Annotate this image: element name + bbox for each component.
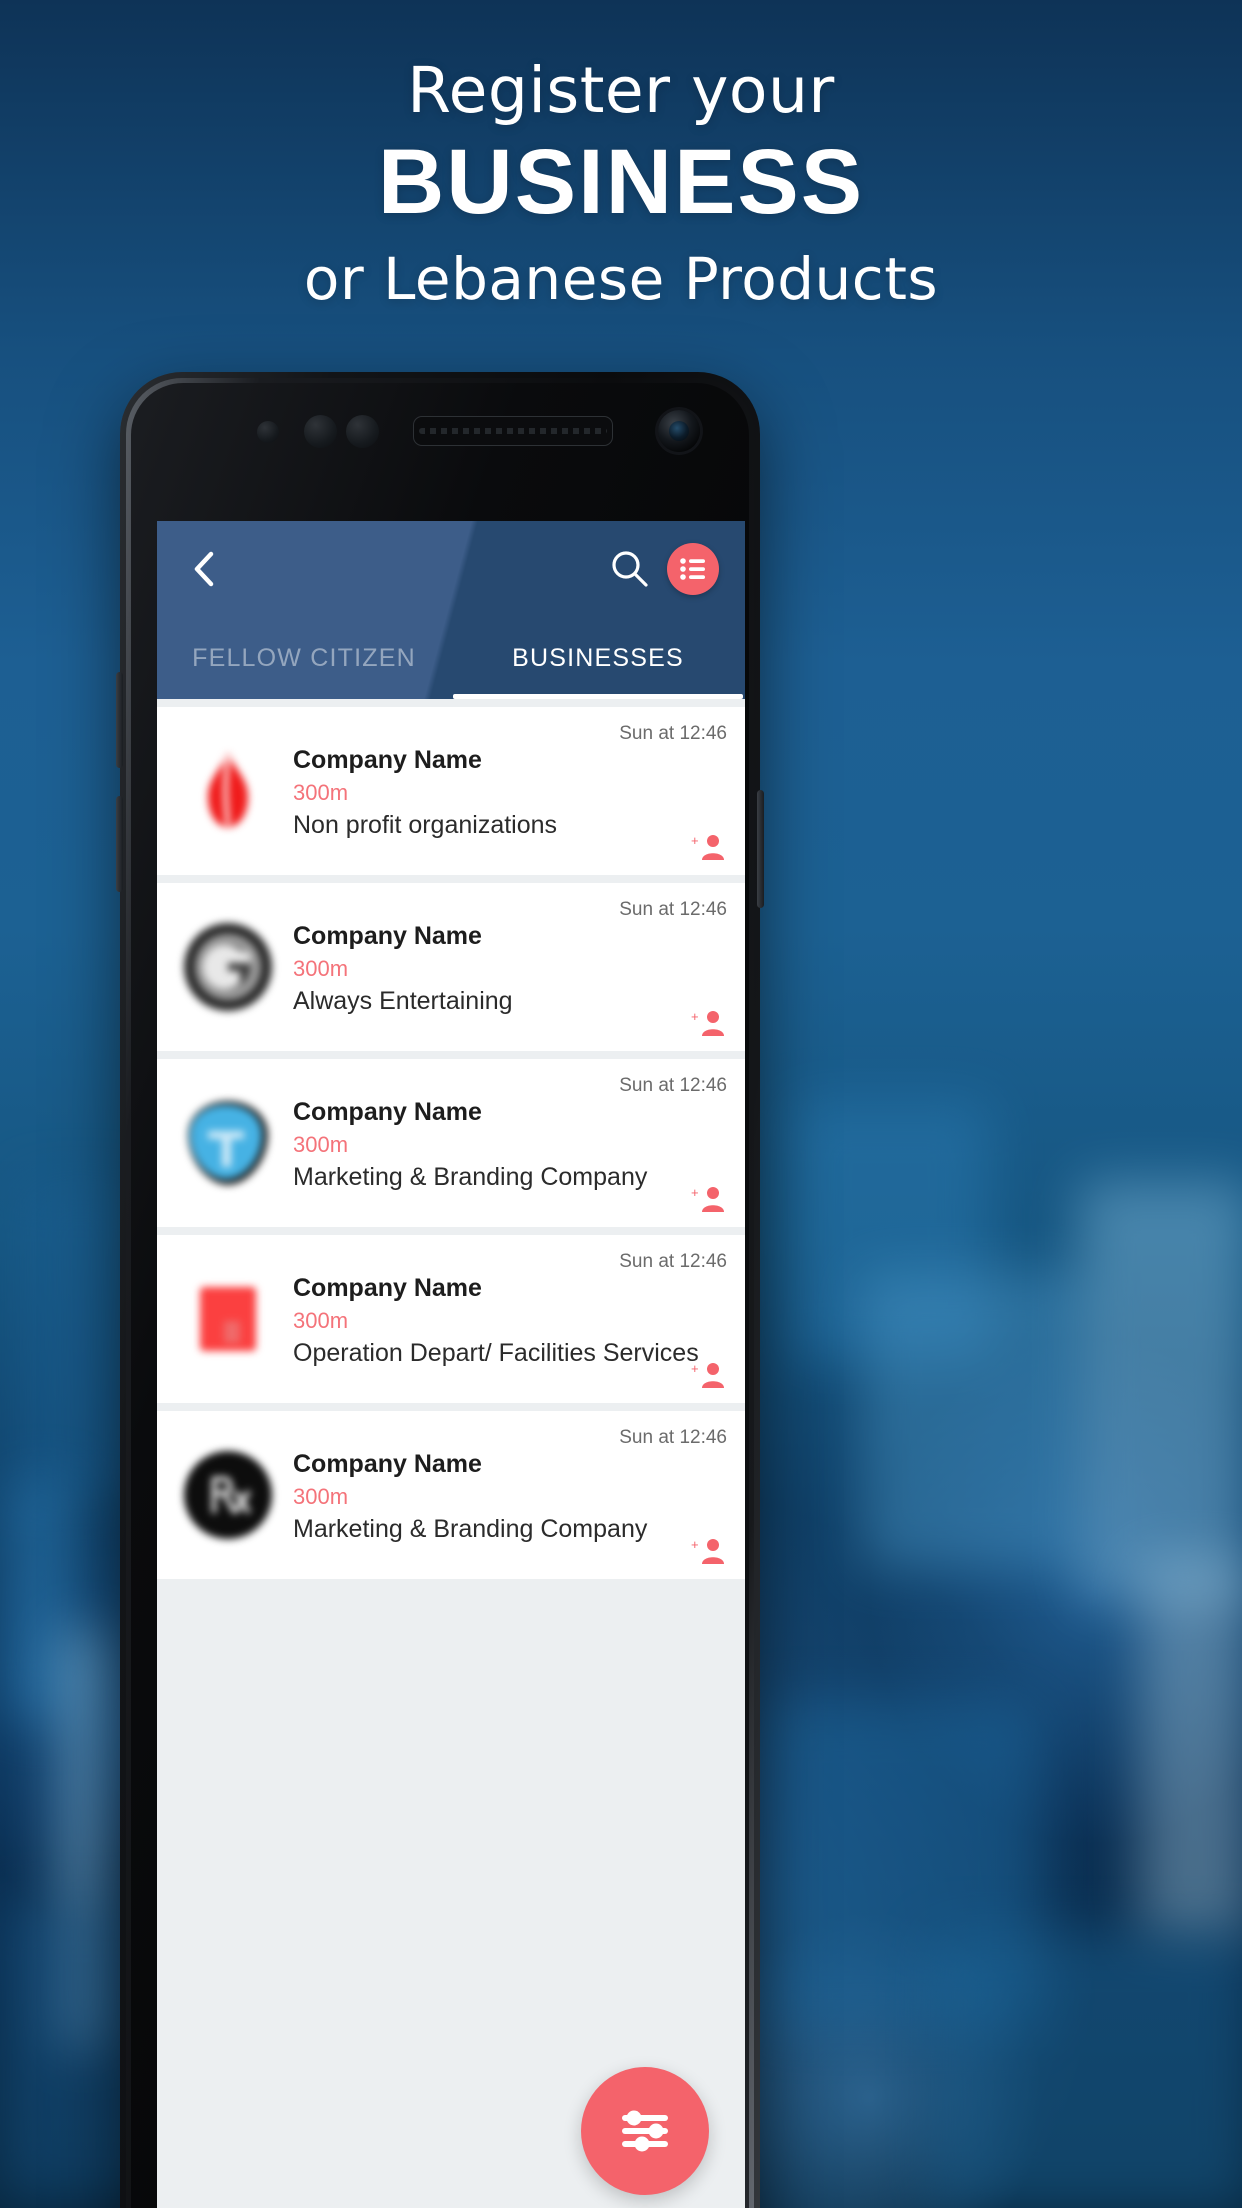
business-name: Company Name [293, 1274, 482, 1303]
table-row[interactable]: Company Name 300m Marketing & Branding C… [157, 1411, 745, 1579]
svg-text:+: + [691, 1361, 699, 1376]
row-timestamp: Sun at 12:46 [619, 1075, 727, 1096]
add-person-icon: + [691, 1537, 724, 1564]
table-row[interactable]: Company Name 300m Marketing & Branding C… [157, 1059, 745, 1227]
red-square-logo [200, 1287, 256, 1351]
row-content: Company Name 300m Marketing & Branding C… [293, 1444, 731, 1545]
volume-up-button[interactable] [116, 672, 123, 768]
svg-text:+: + [691, 1185, 699, 1200]
tab-fellow-citizen[interactable]: FELLOW CITIZEN [157, 617, 451, 699]
row-content: Company Name 300m Non profit organizatio… [293, 740, 731, 841]
bg-light-blob [1140, 1560, 1242, 1940]
svg-text:+: + [691, 1537, 699, 1552]
row-content: Company Name 300m Operation Depart/ Faci… [293, 1268, 731, 1369]
business-name: Company Name [293, 922, 482, 951]
search-icon [612, 551, 648, 587]
list-menu-button[interactable] [667, 543, 719, 595]
proximity-sensor-icon [257, 421, 279, 443]
filter-fab-button[interactable] [581, 2067, 709, 2195]
business-logo [175, 1442, 281, 1548]
business-name: Company Name [293, 1098, 482, 1127]
power-button[interactable] [757, 790, 764, 908]
headline-line-1: Register your [407, 54, 835, 127]
light-sensor-icon [304, 415, 337, 448]
business-name: Company Name [293, 1450, 482, 1479]
app-screen: FELLOW CITIZEN BUSINESSES Company Name 3… [157, 521, 745, 2208]
business-list: Company Name 300m Non profit organizatio… [157, 699, 745, 1579]
headline-line-2: BUSINESS [377, 131, 865, 234]
add-person-icon: + [691, 1185, 724, 1212]
business-distance: 300m [293, 956, 349, 982]
svg-text:+: + [691, 833, 699, 848]
add-person-icon: + [691, 1009, 724, 1036]
row-timestamp: Sun at 12:46 [619, 899, 727, 920]
promo-headline: Register your BUSINESS or Lebanese Produ… [0, 54, 1242, 313]
blue-shield-t-logo [188, 1101, 268, 1185]
tab-businesses[interactable]: BUSINESSES [451, 617, 745, 699]
business-category: Marketing & Branding Company [293, 1515, 648, 1544]
add-person-button[interactable]: + [691, 1535, 725, 1565]
row-timestamp: Sun at 12:46 [619, 1427, 727, 1448]
row-timestamp: Sun at 12:46 [619, 723, 727, 744]
app-bar-top-row [157, 521, 745, 617]
business-category: Always Entertaining [293, 987, 513, 1016]
table-row[interactable]: Company Name 300m Always Entertaining Su… [157, 883, 745, 1051]
business-logo [175, 1266, 281, 1372]
row-content: Company Name 300m Marketing & Branding C… [293, 1092, 731, 1193]
add-person-icon: + [691, 833, 724, 860]
filter-sliders-icon [622, 2110, 668, 2152]
tab-bar: FELLOW CITIZEN BUSINESSES [157, 617, 745, 699]
app-bar: FELLOW CITIZEN BUSINESSES [157, 521, 745, 699]
business-category: Operation Depart/ Facilities Services [293, 1339, 699, 1368]
business-category: Marketing & Branding Company [293, 1163, 648, 1192]
business-distance: 300m [293, 1132, 349, 1158]
black-circle-rx-logo [184, 1451, 272, 1539]
volume-down-button[interactable] [116, 796, 123, 892]
table-row[interactable]: Company Name 300m Operation Depart/ Faci… [157, 1235, 745, 1403]
business-category: Non profit organizations [293, 811, 558, 840]
business-logo [175, 914, 281, 1020]
add-person-button[interactable]: + [691, 831, 725, 861]
phone-body: FELLOW CITIZEN BUSINESSES Company Name 3… [131, 383, 749, 2208]
business-distance: 300m [293, 1484, 349, 1510]
search-button[interactable] [607, 546, 653, 592]
business-logo [175, 1090, 281, 1196]
bg-light-blob [930, 1930, 1242, 2208]
headline-line-3: or Lebanese Products [303, 244, 939, 313]
bg-light-blob [860, 1270, 1090, 1570]
tab-label: FELLOW CITIZEN [192, 643, 416, 672]
table-row[interactable]: Company Name 300m Non profit organizatio… [157, 707, 745, 875]
promo-screenshot: Register your BUSINESS or Lebanese Produ… [0, 0, 1242, 2208]
business-distance: 300m [293, 780, 349, 806]
svg-text:+: + [691, 1009, 699, 1024]
earpiece-speaker-icon [413, 416, 613, 446]
red-tulip-logo [208, 753, 248, 827]
add-person-button[interactable]: + [691, 1183, 725, 1213]
add-person-button[interactable]: + [691, 1359, 725, 1389]
business-logo [175, 738, 281, 844]
business-distance: 300m [293, 1308, 349, 1334]
bg-light-blob [1080, 1180, 1242, 1600]
chevron-left-icon [194, 551, 214, 587]
tab-label: BUSINESSES [512, 643, 684, 672]
add-person-button[interactable]: + [691, 1007, 725, 1037]
business-name: Company Name [293, 746, 482, 775]
grey-circle-c-logo [184, 923, 272, 1011]
row-content: Company Name 300m Always Entertaining [293, 916, 731, 1017]
back-button[interactable] [183, 549, 223, 589]
row-timestamp: Sun at 12:46 [619, 1251, 727, 1272]
front-camera-icon [658, 410, 700, 452]
list-menu-icon [680, 558, 705, 580]
phone-device: FELLOW CITIZEN BUSINESSES Company Name 3… [116, 372, 764, 2208]
add-person-icon: + [691, 1361, 724, 1388]
iris-sensor-icon [346, 415, 379, 448]
